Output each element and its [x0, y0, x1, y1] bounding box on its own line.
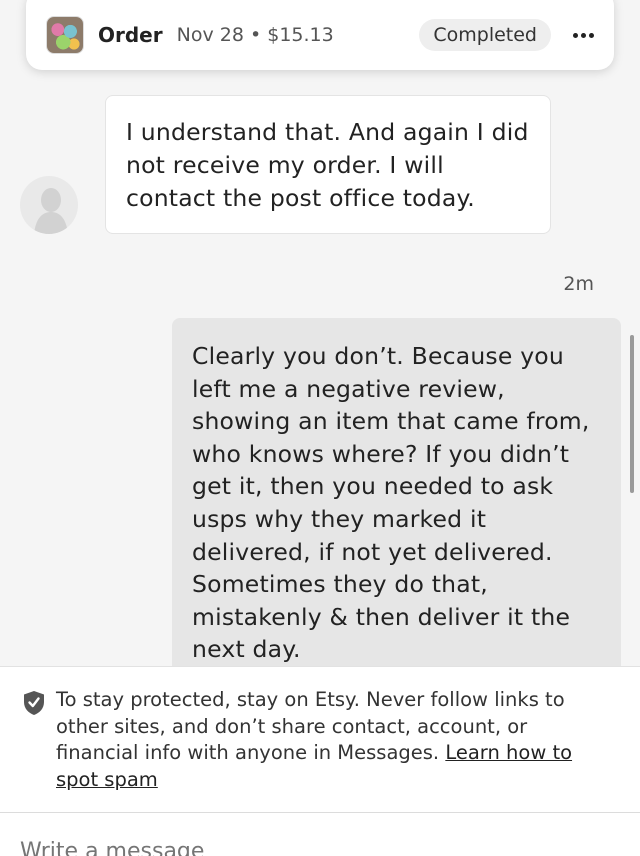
incoming-message: I understand that. And again I did not r…: [105, 95, 551, 234]
shield-check-icon: [22, 690, 46, 716]
outgoing-message: Clearly you don’t. Because you left me a…: [172, 318, 621, 718]
order-item-thumbnail: [46, 16, 84, 54]
order-summary-card[interactable]: Order Nov 28 • $15.13 Completed: [26, 0, 614, 70]
order-status-badge: Completed: [419, 19, 551, 51]
order-meta: Nov 28 • $15.13: [177, 24, 334, 46]
avatar[interactable]: [20, 176, 78, 234]
conversation-screen: Order Nov 28 • $15.13 Completed I unders…: [0, 0, 640, 856]
more-horizontal-icon[interactable]: [573, 32, 594, 38]
safety-notice: To stay protected, stay on Etsy. Never f…: [0, 666, 640, 812]
message-input[interactable]: [20, 839, 620, 856]
order-price: $15.13: [267, 24, 334, 46]
message-timestamp: 2m: [563, 273, 594, 295]
message-composer: [0, 812, 640, 856]
order-label: Order: [98, 23, 163, 47]
order-separator: •: [249, 24, 262, 46]
safety-notice-text: To stay protected, stay on Etsy. Never f…: [56, 687, 614, 812]
scrollbar[interactable]: [630, 335, 634, 493]
order-date: Nov 28: [176, 24, 244, 46]
